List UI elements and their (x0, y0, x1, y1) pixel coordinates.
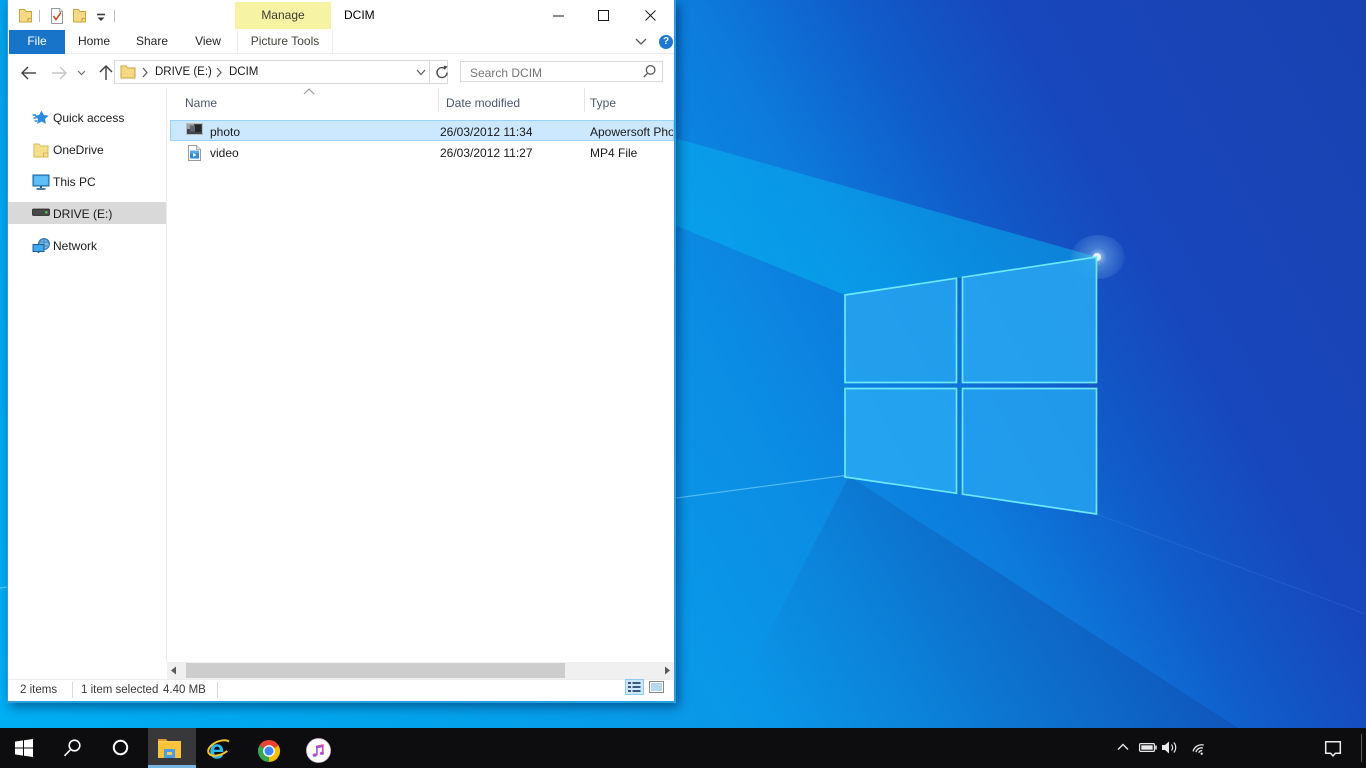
svg-text:e: e (209, 735, 224, 763)
